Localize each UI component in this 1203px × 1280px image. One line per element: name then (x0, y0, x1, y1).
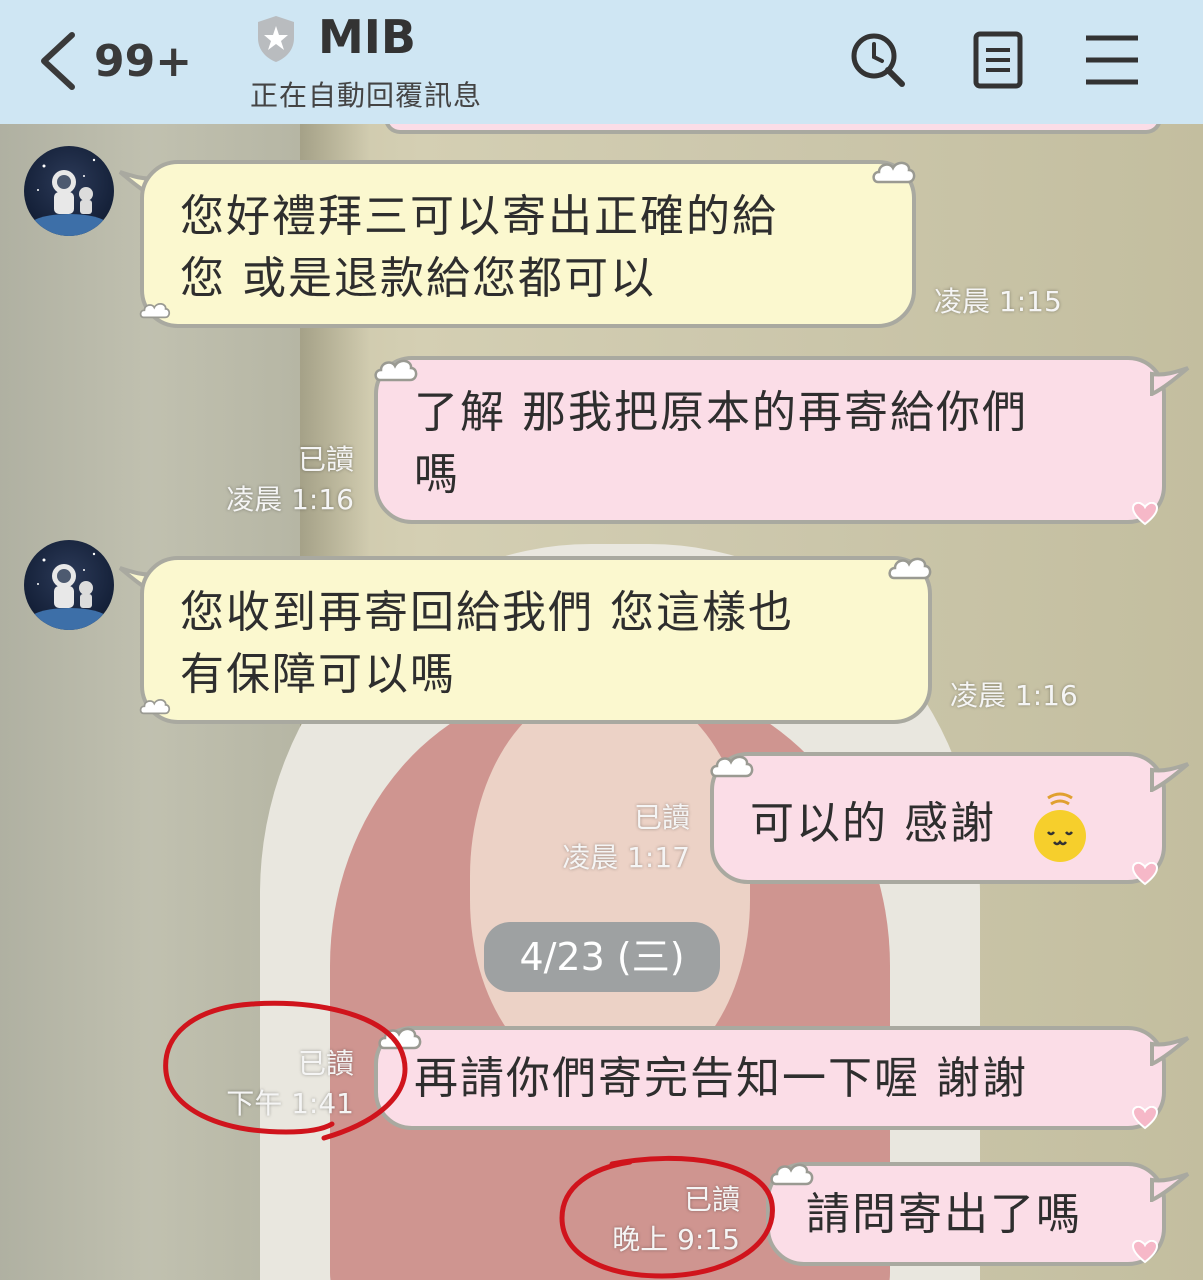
date-divider: 4/23 (三) (484, 922, 720, 992)
cloud-decoration-icon (872, 161, 916, 184)
astronaut-avatar-icon (29, 552, 109, 630)
message-text: 您收到再寄回給我們 您這樣也 (180, 587, 794, 638)
message-time: 凌晨 1:16 (950, 679, 1078, 712)
message-text: 再請你們寄完告知一下喔 謝謝 (414, 1053, 1028, 1104)
heart-decoration-icon (1132, 862, 1158, 886)
cloud-decoration-icon (374, 359, 418, 382)
bubble-tail (1150, 762, 1190, 792)
back-chevron-icon (41, 32, 75, 90)
read-receipt: 已讀 (297, 443, 354, 476)
sticker-emoji-icon (1034, 792, 1086, 862)
read-receipt: 已讀 (633, 801, 690, 834)
message-text: 有保障可以嗎 (180, 649, 456, 700)
back-button[interactable]: 99+ (36, 26, 192, 96)
message-text: 嗎 (414, 449, 460, 500)
shield-icon (258, 16, 294, 62)
read-receipt: 已讀 (297, 1047, 354, 1080)
search-clock-icon (851, 33, 905, 87)
message-bubble-outgoing[interactable]: 請問寄出了嗎 (766, 1162, 1166, 1266)
cloud-decoration-icon (139, 303, 171, 319)
message-text: 可以的 感謝 (750, 798, 996, 849)
message-bubble-incoming[interactable]: 您收到再寄回給我們 您這樣也 有保障可以嗎 (140, 556, 932, 724)
chat-header: 99+ MIB 正在自動回覆訊息 (0, 0, 1203, 124)
message-time: 晚上 9:15 (612, 1223, 740, 1256)
message-text: 了解 那我把原本的再寄給你們 (414, 387, 1028, 438)
message-text: 您 或是退款給您都可以 (180, 253, 656, 304)
cloud-decoration-icon (378, 1027, 422, 1050)
cloud-decoration-icon (888, 557, 932, 580)
message-text: 您好禮拜三可以寄出正確的給 (180, 191, 778, 242)
menu-icon (1086, 35, 1138, 85)
heart-decoration-icon (1132, 1106, 1158, 1130)
search-button[interactable] (848, 30, 908, 90)
bubble-tail (1150, 1172, 1190, 1202)
message-bubble-incoming[interactable]: 您好禮拜三可以寄出正確的給 您 或是退款給您都可以 (140, 160, 916, 328)
message-time: 凌晨 1:17 (562, 841, 690, 874)
heart-decoration-icon (1132, 1240, 1158, 1264)
notes-button[interactable] (968, 30, 1028, 90)
cloud-decoration-icon (710, 755, 754, 778)
notes-icon (973, 31, 1023, 89)
message-bubble-outgoing[interactable]: 了解 那我把原本的再寄給你們 嗎 (374, 356, 1166, 524)
bubble-tail (1150, 1036, 1190, 1066)
chat-status: 正在自動回覆訊息 (250, 79, 483, 112)
avatar[interactable] (24, 146, 114, 236)
bubble-tail (1150, 366, 1190, 396)
avatar[interactable] (24, 540, 114, 630)
message-text: 請問寄出了嗎 (806, 1189, 1082, 1240)
unread-count: 99+ (94, 35, 193, 87)
menu-button[interactable] (1082, 30, 1142, 90)
heart-decoration-icon (1132, 502, 1158, 526)
message-time: 凌晨 1:15 (934, 285, 1062, 318)
message-bubble-outgoing[interactable]: 再請你們寄完告知一下喔 謝謝 (374, 1026, 1166, 1130)
message-time: 凌晨 1:16 (226, 483, 354, 516)
astronaut-avatar-icon (29, 158, 109, 236)
cloud-decoration-icon (139, 699, 171, 715)
message-time: 下午 1:41 (226, 1087, 354, 1120)
read-receipt: 已讀 (683, 1183, 740, 1216)
chat-title[interactable]: MIB (318, 10, 416, 64)
cloud-decoration-icon (770, 1163, 814, 1186)
message-bubble-outgoing[interactable]: 可以的 感謝 (710, 752, 1166, 884)
